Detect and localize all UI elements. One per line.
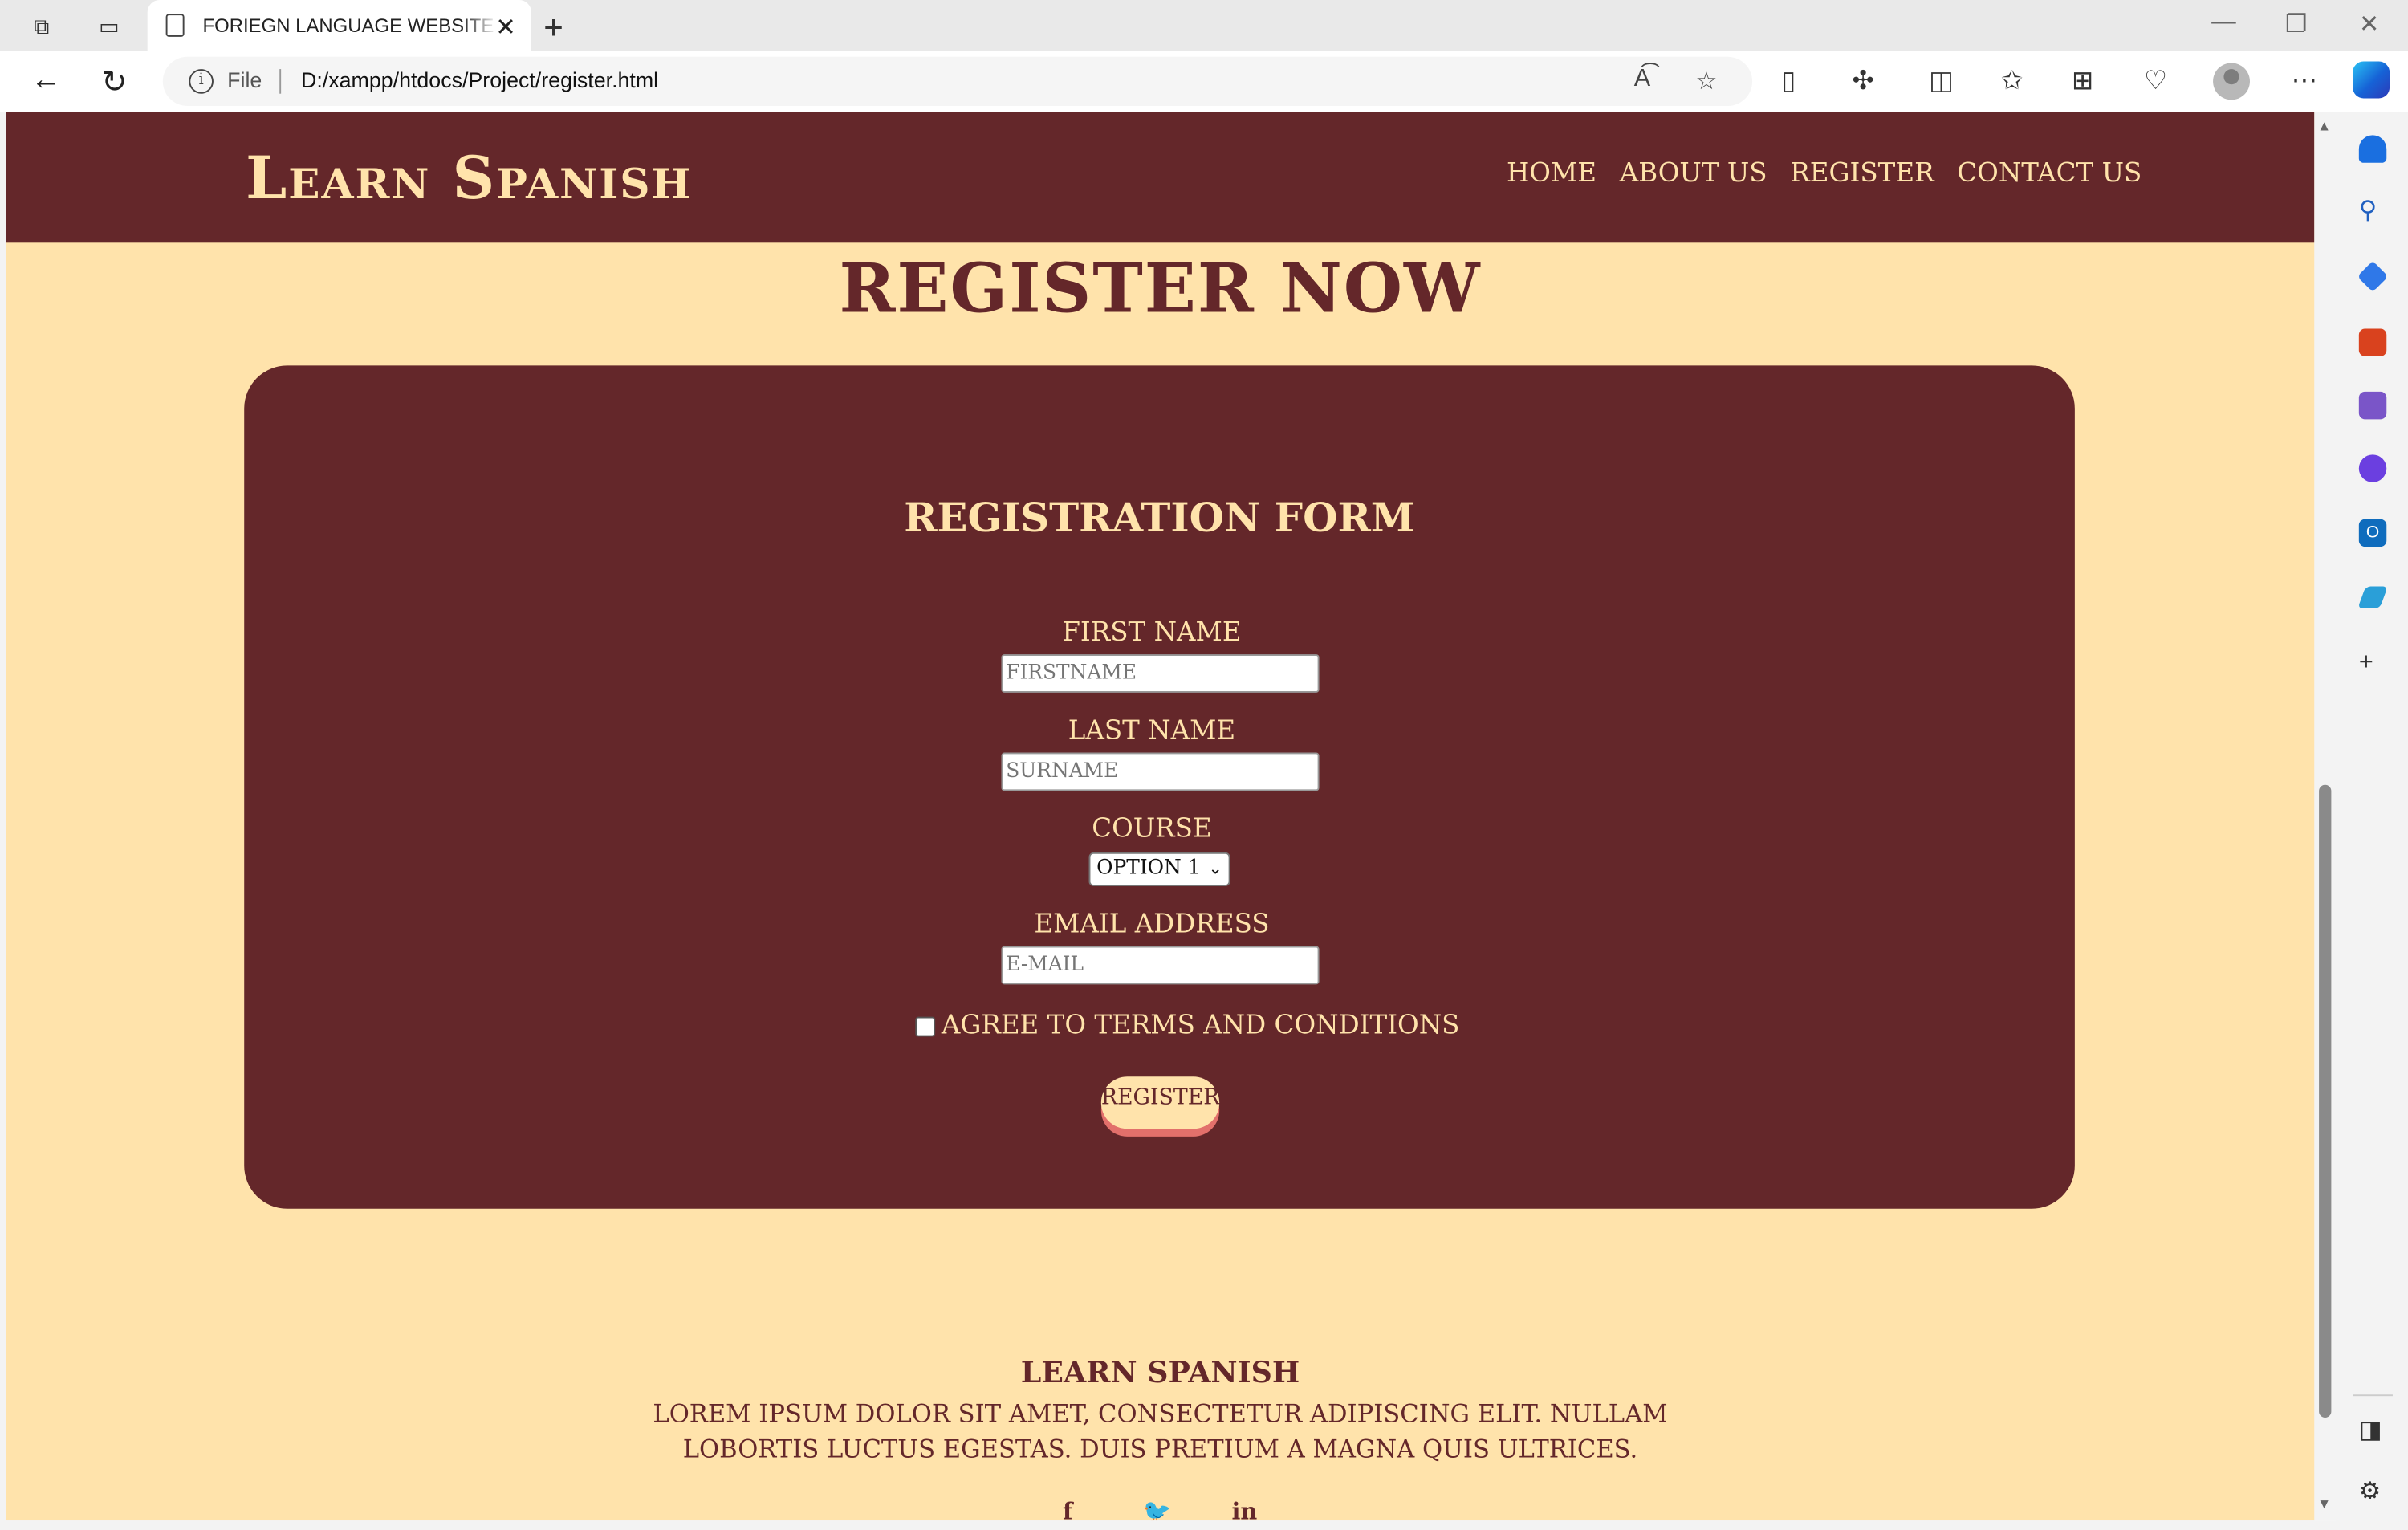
email-label: Email Address	[1034, 909, 1270, 940]
twitter-icon[interactable]: 🐦	[1142, 1497, 1171, 1520]
extensions-icon[interactable]: ✣	[1852, 66, 1873, 96]
profile-avatar[interactable]	[2213, 63, 2250, 100]
minimize-icon[interactable]: —	[2211, 9, 2236, 36]
footer-text: Lorem ipsum dolor sit amet, consectetur …	[653, 1399, 1668, 1464]
url-text[interactable]: D:/xampp/htdocs/Project/register.html	[301, 67, 658, 92]
address-toolbar: ← ↻ i File D:/xampp/htdocs/Project/regis…	[0, 51, 2408, 112]
window-close-icon[interactable]: ✕	[2359, 9, 2380, 39]
more-menu-icon[interactable]: ⋯	[2292, 66, 2318, 96]
window-bottom-edge	[0, 1520, 2408, 1530]
split-screen-icon[interactable]: ◫	[1929, 66, 1954, 96]
course-label: Course	[1092, 814, 1212, 845]
tab-actions-icon[interactable]: ▭	[92, 9, 126, 43]
workspaces-icon[interactable]: ⧉	[25, 9, 59, 43]
tab-bar: ⧉ ▭ FORIEGN LANGUAGE WEBSITE REGISTER ✕ …	[0, 0, 2408, 51]
agree-checkbox[interactable]	[915, 1015, 936, 1036]
sidebar-divider	[2353, 1394, 2393, 1397]
browser-essentials-icon[interactable]: ♡	[2144, 66, 2167, 96]
site-logo[interactable]: Learn Spanish	[246, 143, 692, 212]
info-icon[interactable]: i	[189, 69, 214, 94]
read-aloud-icon[interactable]: A͡	[1634, 66, 1650, 93]
first-name-label: First Name	[1062, 617, 1242, 649]
scroll-down-icon[interactable]: ▼	[2317, 1496, 2331, 1512]
course-selected-value: OPTION 1	[1096, 857, 1201, 881]
footer-title: Learn Spanish	[1020, 1356, 1300, 1390]
app-icon[interactable]: ▯	[1781, 66, 1796, 96]
page-scrollbar[interactable]: ▲ ▼	[2314, 112, 2337, 1521]
notifications-icon[interactable]	[2358, 135, 2387, 163]
course-select[interactable]: OPTION 1 ⌄	[1088, 852, 1230, 886]
tools-briefcase-icon[interactable]	[2358, 328, 2387, 356]
tab-register[interactable]: FORIEGN LANGUAGE WEBSITE REGISTER ✕	[147, 0, 532, 51]
chevron-down-icon: ⌄	[1208, 858, 1222, 879]
nav-register[interactable]: Register	[1790, 158, 1934, 189]
copilot-m365-icon[interactable]	[2358, 454, 2387, 482]
favorite-star-icon[interactable]: ☆	[1695, 66, 1717, 96]
agree-terms: Agree to Terms and Conditions	[915, 1011, 1459, 1041]
agree-terms-label[interactable]: Agree to Terms and Conditions	[942, 1011, 1460, 1041]
tab-title: FORIEGN LANGUAGE WEBSITE REGISTER	[202, 14, 498, 36]
last-name-field[interactable]	[1001, 752, 1320, 791]
address-bar[interactable]: i File D:/xampp/htdocs/Project/register.…	[162, 56, 1753, 107]
linkedin-icon[interactable]: in	[1231, 1497, 1257, 1520]
register-button[interactable]: Register	[1100, 1076, 1219, 1129]
hide-sidebar-icon[interactable]: ◨	[2359, 1414, 2382, 1445]
page-icon	[165, 14, 185, 37]
page-title: Register Now	[839, 250, 1482, 329]
first-name-field[interactable]	[1001, 654, 1320, 693]
add-icon[interactable]: +	[2359, 649, 2373, 677]
email-field[interactable]	[1001, 946, 1320, 985]
edge-sidebar: ⚲ O + ◨ ⚙	[2336, 112, 2408, 1530]
registration-form: Registration Form First Name Last Name C…	[244, 365, 2075, 1209]
favorites-icon[interactable]: ✩	[2001, 66, 2023, 96]
back-icon[interactable]: ←	[31, 63, 61, 98]
nav-about-us[interactable]: About Us	[1620, 158, 1767, 189]
url-scheme: File	[227, 67, 262, 92]
shopping-tag-icon[interactable]	[2357, 260, 2389, 292]
nav-contact-us[interactable]: Contact Us	[1957, 158, 2142, 189]
main-nav: Home About Us Register Contact Us	[1507, 158, 2142, 189]
facebook-icon[interactable]: f	[1063, 1497, 1072, 1520]
tab-close-icon[interactable]: ✕	[495, 12, 516, 43]
copilot-icon[interactable]	[2353, 61, 2390, 99]
refresh-icon[interactable]: ↻	[101, 63, 127, 101]
games-icon[interactable]	[2358, 391, 2387, 420]
last-name-label: Last Name	[1068, 715, 1236, 747]
send-icon[interactable]	[2357, 586, 2388, 609]
nav-home[interactable]: Home	[1507, 158, 1597, 189]
search-icon[interactable]: ⚲	[2359, 195, 2377, 226]
scroll-thumb[interactable]	[2319, 784, 2332, 1418]
site-header: Learn Spanish Home About Us Register Con…	[6, 112, 2315, 243]
settings-gear-icon[interactable]: ⚙	[2359, 1476, 2381, 1507]
outlook-icon[interactable]: O	[2358, 519, 2387, 547]
restore-icon[interactable]: ❐	[2285, 9, 2307, 39]
url-divider	[279, 69, 282, 94]
form-title: Registration Form	[904, 495, 1415, 543]
scroll-up-icon[interactable]: ▲	[2317, 118, 2331, 133]
browser-window: ⧉ ▭ FORIEGN LANGUAGE WEBSITE REGISTER ✕ …	[0, 0, 2408, 1530]
page-viewport: Learn Spanish Home About Us Register Con…	[6, 112, 2315, 1521]
new-tab-icon[interactable]: +	[543, 8, 563, 48]
collections-icon[interactable]: ⊞	[2072, 66, 2093, 96]
